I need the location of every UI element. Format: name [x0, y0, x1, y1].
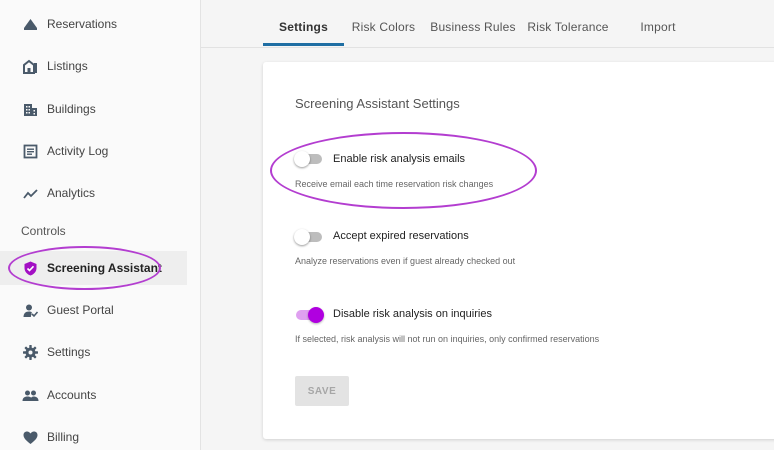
analytics-icon	[22, 185, 39, 202]
sidebar-item-label: Settings	[47, 345, 91, 359]
risk-emails-label: Enable risk analysis emails	[333, 153, 466, 165]
sidebar-item-settings[interactable]: Settings	[0, 335, 187, 369]
sidebar-item-listings[interactable]: Listings	[0, 49, 187, 83]
sidebar-item-analytics[interactable]: Analytics	[0, 176, 187, 210]
sidebar-item-screening-assistant[interactable]: Screening Assistant	[0, 251, 187, 285]
gear-icon	[22, 344, 39, 361]
active-tab-indicator	[263, 43, 344, 46]
sidebar-item-label: Screening Assistant	[47, 261, 162, 275]
sidebar-item-label: Buildings	[47, 102, 96, 116]
tab-import[interactable]: Import	[631, 0, 685, 48]
sidebar-item-accounts[interactable]: Accounts	[0, 378, 187, 412]
sidebar-item-guest-portal[interactable]: Guest Portal	[0, 293, 187, 327]
sidebar-item-buildings[interactable]: Buildings	[0, 92, 187, 126]
sidebar: Reservations Listings Buildings Activity…	[0, 0, 201, 450]
settings-tabs: Settings Risk Colors Business Rules Risk…	[201, 0, 774, 48]
inquiries-label: Disable risk analysis on inquiries	[333, 308, 492, 320]
sidebar-item-activity-log[interactable]: Activity Log	[0, 134, 187, 168]
tab-settings[interactable]: Settings	[263, 0, 344, 48]
risk-emails-toggle[interactable]	[294, 151, 324, 167]
inquiries-toggle[interactable]	[294, 307, 324, 323]
sidebar-item-label: Accounts	[47, 388, 97, 402]
tab-business-rules[interactable]: Business Rules	[427, 0, 519, 48]
heart-icon	[22, 429, 39, 446]
sidebar-item-reservations[interactable]: Reservations	[0, 7, 187, 41]
sidebar-item-billing[interactable]: Billing	[0, 420, 187, 450]
tab-risk-colors[interactable]: Risk Colors	[346, 0, 421, 48]
inquiries-description: If selected, risk analysis will not run …	[295, 334, 600, 344]
listings-icon	[22, 58, 39, 75]
card-title: Screening Assistant Settings	[295, 96, 460, 111]
sidebar-item-label: Guest Portal	[47, 303, 114, 317]
expired-reservations-toggle[interactable]	[294, 229, 324, 245]
accounts-icon	[22, 387, 39, 404]
risk-emails-description: Receive email each time reservation risk…	[295, 179, 494, 189]
tab-risk-tolerance[interactable]: Risk Tolerance	[525, 0, 611, 48]
sidebar-item-label: Analytics	[47, 186, 96, 200]
sidebar-item-label: Listings	[47, 59, 88, 73]
expired-reservations-label: Accept expired reservations	[333, 230, 469, 242]
sidebar-item-label: Activity Log	[47, 144, 109, 158]
expired-reservations-description: Analyze reservations even if guest alrea…	[295, 256, 516, 266]
shield-check-icon	[22, 260, 39, 277]
buildings-icon	[22, 101, 39, 118]
sidebar-item-label: Reservations	[47, 17, 118, 31]
sidebar-section-heading: Controls	[21, 224, 66, 238]
activity-log-icon	[22, 143, 39, 160]
reservations-icon	[22, 16, 39, 33]
save-button[interactable]: SAVE	[295, 376, 349, 406]
guest-portal-icon	[22, 302, 39, 319]
sidebar-item-label: Billing	[47, 430, 80, 444]
settings-card: Screening Assistant Settings Enable risk…	[263, 62, 774, 439]
